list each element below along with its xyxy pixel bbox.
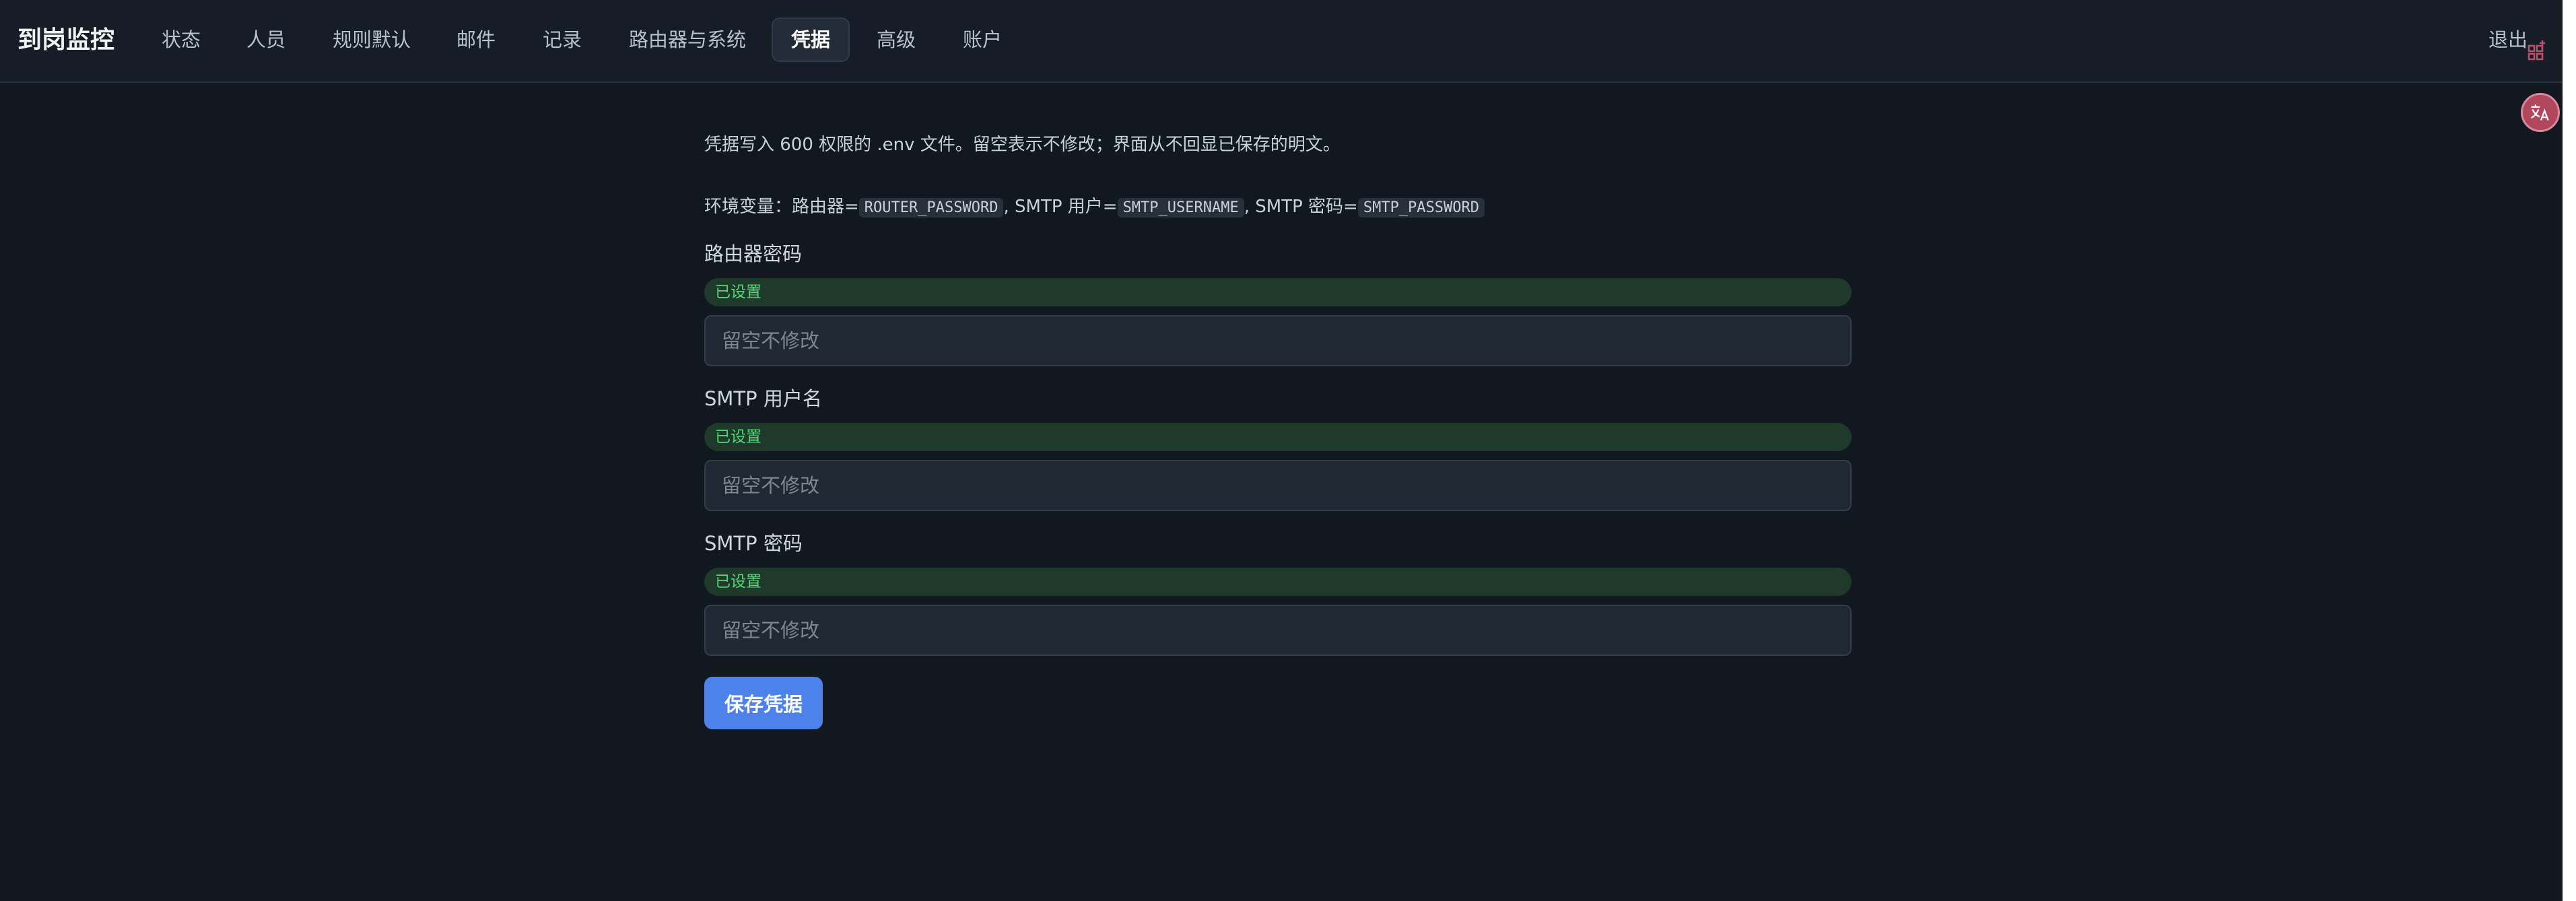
nav-item-account[interactable]: 账户 bbox=[951, 18, 1014, 62]
top-navigation-bar: 到岗监控 状态 人员 规则默认 邮件 记录 路由器与系统 凭据 高级 账户 退出 bbox=[0, 0, 2576, 83]
save-credentials-button[interactable]: 保存凭据 bbox=[704, 677, 823, 729]
nav-item-router-system[interactable]: 路由器与系统 bbox=[618, 18, 757, 62]
smtp-password-status-badge: 已设置 bbox=[704, 568, 1852, 596]
nav-item-advanced[interactable]: 高级 bbox=[865, 18, 928, 62]
smtp-password-input[interactable] bbox=[704, 605, 1852, 656]
env-smtp-pass-sep: , SMTP 密码= bbox=[1244, 197, 1358, 217]
nav-item-people[interactable]: 人员 bbox=[234, 18, 298, 62]
smtp-username-input[interactable] bbox=[704, 460, 1852, 511]
router-password-label: 路由器密码 bbox=[704, 242, 803, 265]
router-password-status-badge: 已设置 bbox=[704, 278, 1852, 306]
router-password-input[interactable] bbox=[704, 315, 1852, 366]
env-prefix: 环境变量：路由器= bbox=[704, 197, 859, 217]
env-smtp-user-sep: , SMTP 用户= bbox=[1003, 197, 1118, 217]
logout-link[interactable]: 退出 bbox=[2488, 26, 2528, 54]
credentials-intro: 凭据写入 600 权限的 .env 文件。留空表示不修改；界面从不回显已保存的明… bbox=[704, 135, 1341, 155]
smtp-password-label: SMTP 密码 bbox=[704, 532, 803, 555]
app-brand: 到岗监控 bbox=[18, 26, 115, 54]
smtp-username-status-badge: 已设置 bbox=[704, 423, 1852, 451]
env-router-var: ROUTER_PASSWORD bbox=[858, 198, 1004, 218]
nav-item-credentials[interactable]: 凭据 bbox=[772, 18, 850, 62]
env-smtp-pass-var: SMTP_PASSWORD bbox=[1357, 198, 1485, 218]
env-smtp-user-var: SMTP_USERNAME bbox=[1117, 198, 1244, 218]
nav-item-records[interactable]: 记录 bbox=[531, 18, 594, 62]
grid-plus-icon[interactable] bbox=[2526, 36, 2550, 61]
env-variables-line: 环境变量：路由器= ROUTER_PASSWORD, SMTP 用户= SMTP_U… bbox=[704, 193, 1485, 222]
nav-item-status[interactable]: 状态 bbox=[149, 18, 213, 62]
nav-item-mail[interactable]: 邮件 bbox=[444, 18, 508, 62]
smtp-username-label: SMTP 用户名 bbox=[704, 387, 822, 410]
translate-icon[interactable] bbox=[2521, 93, 2560, 132]
browser-side-strip bbox=[2563, 0, 2576, 901]
nav-item-rule-defaults[interactable]: 规则默认 bbox=[322, 18, 421, 62]
